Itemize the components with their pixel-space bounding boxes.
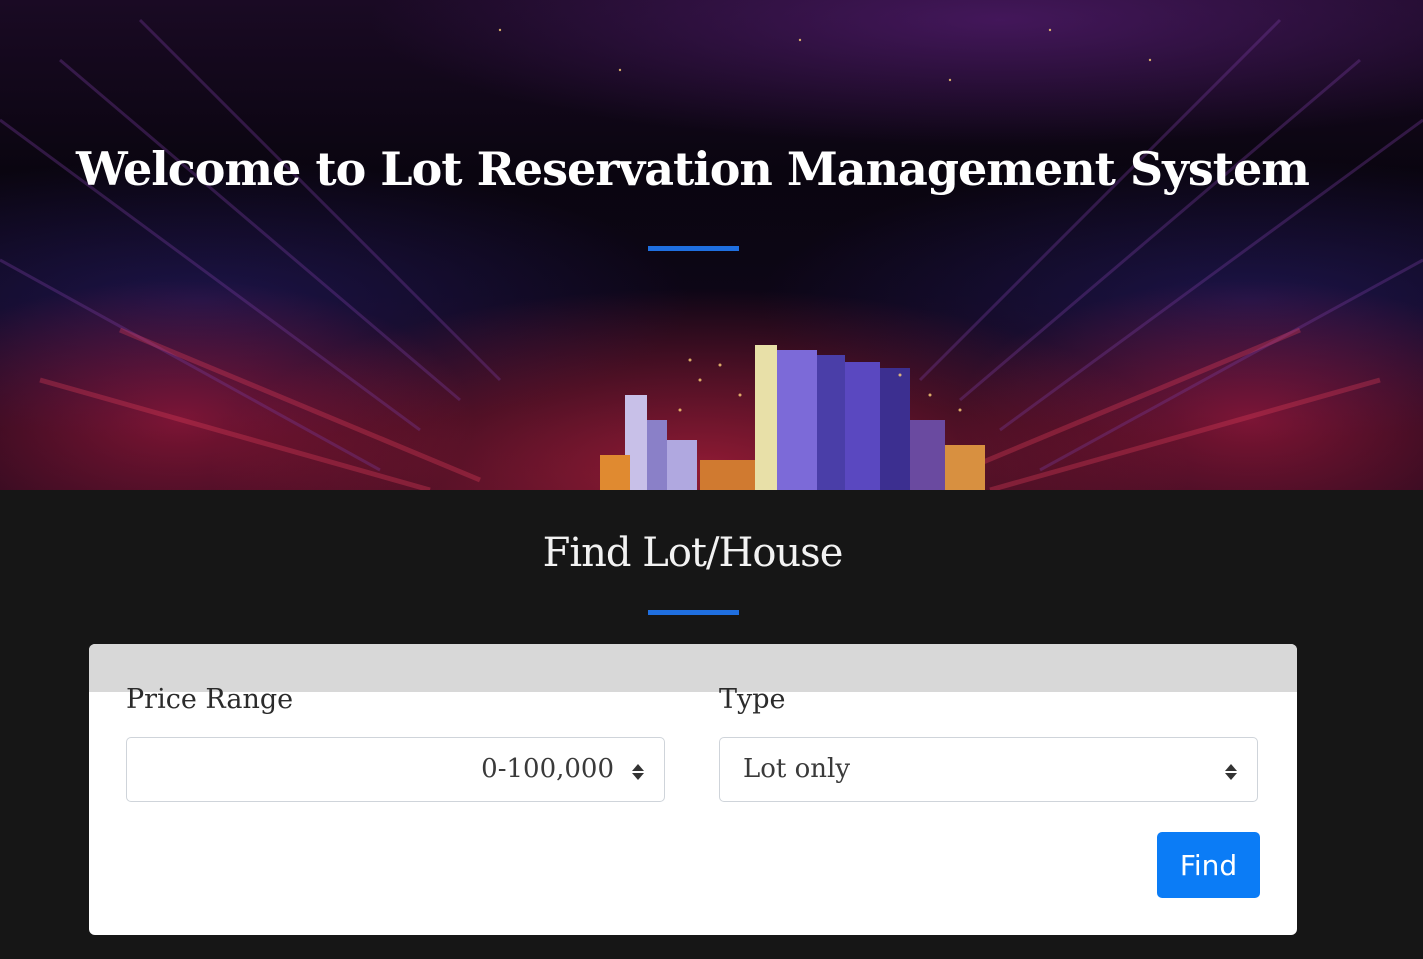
price-range-label: Price Range [126,684,294,715]
hero-title-underline [648,246,739,251]
type-value: Lot only [743,754,851,784]
price-range-select[interactable]: 0-100,000 [126,737,665,802]
type-select[interactable]: Lot only [719,737,1258,802]
find-button[interactable]: Find [1157,832,1260,898]
search-form-card: Price Range 0-100,000 Type Lot only Find [89,644,1297,935]
find-section-title: Find Lot/House [542,530,844,576]
hero-banner: Welcome to Lot Reservation Management Sy… [0,0,1423,490]
sort-caret-icon [632,764,644,780]
sort-caret-icon [1225,764,1237,780]
price-range-value: 0-100,000 [481,754,614,784]
city-skyline-background [0,18,1423,490]
hero-title: Welcome to Lot Reservation Management Sy… [76,142,1310,196]
type-label: Type [719,684,786,715]
find-section-underline [648,610,739,615]
